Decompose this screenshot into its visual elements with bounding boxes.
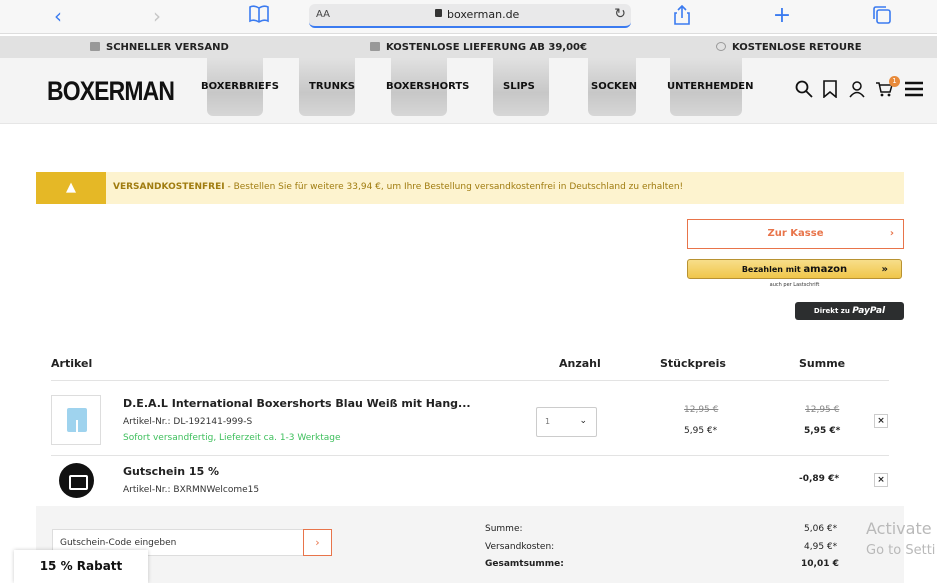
summary-value-subtotal: 5,06 €* [804,524,838,534]
unit-price-new: 5,95 €* [684,426,718,436]
voucher-sum: -0,89 €* [799,474,840,484]
checkout-button[interactable]: Zur Kasse › [687,219,904,249]
user-icon[interactable] [848,80,866,98]
nav-boxershorts[interactable]: BOXERSHORTS [386,81,469,92]
windows-activation-subtitle: Go to Setti [866,543,936,558]
voucher-sku: Artikel-Nr.: BXRMNWelcome15 [123,485,260,495]
new-tab-icon[interactable]: + [771,5,793,27]
truck-icon [90,42,100,51]
nav-boxerbriefs[interactable]: BOXERBRIEFS [201,81,279,92]
address-bar[interactable]: AA boxerman.de ↻ [309,4,631,28]
quantity-select[interactable]: 1 ⌄ [536,407,597,437]
share-icon[interactable] [671,4,693,27]
divider [51,380,889,381]
product-thumbnail[interactable] [51,395,101,445]
divider [51,455,889,456]
url-text: boxerman.de [447,8,520,21]
coupon-submit-button[interactable]: › [303,529,332,556]
col-header-sum: Summe [799,357,846,370]
voucher-name: Gutschein 15 % [123,465,220,478]
quantity-value: 1 [545,417,551,426]
voucher-icon [59,463,94,498]
return-icon [716,42,726,51]
cart-count-badge: 1 [889,76,900,87]
brand-logo[interactable]: BOXERMAN [47,76,175,107]
forward-icon[interactable]: › [146,5,168,27]
nav-unterhemden[interactable]: UNTERHEMDEN [667,81,754,92]
usp-returns: KOSTENLOSE RETOURE [716,42,862,53]
tabs-icon[interactable] [871,5,893,27]
bookmark-icon[interactable] [821,80,839,99]
browser-toolbar: ‹ › AA boxerman.de ↻ + [0,0,937,34]
sum-old: 12,95 € [805,405,840,415]
discount-tab[interactable]: 15 % Rabatt [14,550,148,583]
product-name[interactable]: D.E.A.L International Boxershorts Blau W… [123,397,471,410]
free-shipping-alert: ▲ VERSANDKOSTENFREI - Bestellen Sie für … [36,172,904,204]
amazon-pay-button[interactable]: Bezahlen mit amazon» [687,259,902,279]
summary-label-subtotal: Summe: [485,524,523,534]
search-icon[interactable] [795,80,813,98]
warning-icon: ▲ [36,172,106,204]
summary-value-total: 10,01 € [801,559,839,569]
paypal-button[interactable]: Direkt zu PayPal [795,302,904,320]
bookmarks-icon[interactable] [248,5,270,27]
remove-voucher-button[interactable]: × [874,473,888,487]
unit-price-old: 12,95 € [684,405,719,415]
alert-message: VERSANDKOSTENFREI - Bestellen Sie für we… [113,182,684,192]
summary-label-shipping: Versandkosten: [485,542,555,552]
summary-label-total: Gesamtsumme: [485,559,564,569]
back-icon[interactable]: ‹ [47,5,69,27]
nav-socken[interactable]: SOCKEN [591,81,637,92]
lock-icon [435,9,442,17]
reader-aa-button[interactable]: AA [316,9,330,20]
nav-slips[interactable]: SLIPS [503,81,535,92]
product-sku: Artikel-Nr.: DL-192141-999-S [123,417,253,427]
package-icon [370,42,380,51]
col-header-article: Artikel [51,357,93,370]
summary-value-shipping: 4,95 €* [804,542,838,552]
nav-trunks[interactable]: TRUNKS [309,81,355,92]
remove-item-button[interactable]: × [874,414,888,428]
sum-new: 5,95 €* [804,426,841,436]
col-header-qty: Anzahl [559,357,601,370]
windows-activation-title: Activate [866,519,932,538]
col-header-unit-price: Stückpreis [660,357,726,370]
menu-icon[interactable] [904,80,924,98]
double-chevron-icon: » [881,264,888,275]
usp-shipping: SCHNELLER VERSAND [90,42,229,53]
boxershorts-image [67,408,87,432]
main-navigation: BOXERMAN BOXERBRIEFS TRUNKS BOXERSHORTS … [0,58,937,124]
usp-bar: SCHNELLER VERSAND KOSTENLOSE LIEFERUNG A… [0,36,937,58]
chevron-right-icon: › [889,228,894,239]
product-availability: Sofort versandfertig, Lieferzeit ca. 1-3… [123,433,341,443]
reload-icon[interactable]: ↻ [614,6,626,22]
amazon-subtext: auch per Lastschrift [769,282,820,288]
usp-free-delivery: KOSTENLOSE LIEFERUNG AB 39,00€ [370,42,587,53]
chevron-down-icon: ⌄ [579,416,587,426]
